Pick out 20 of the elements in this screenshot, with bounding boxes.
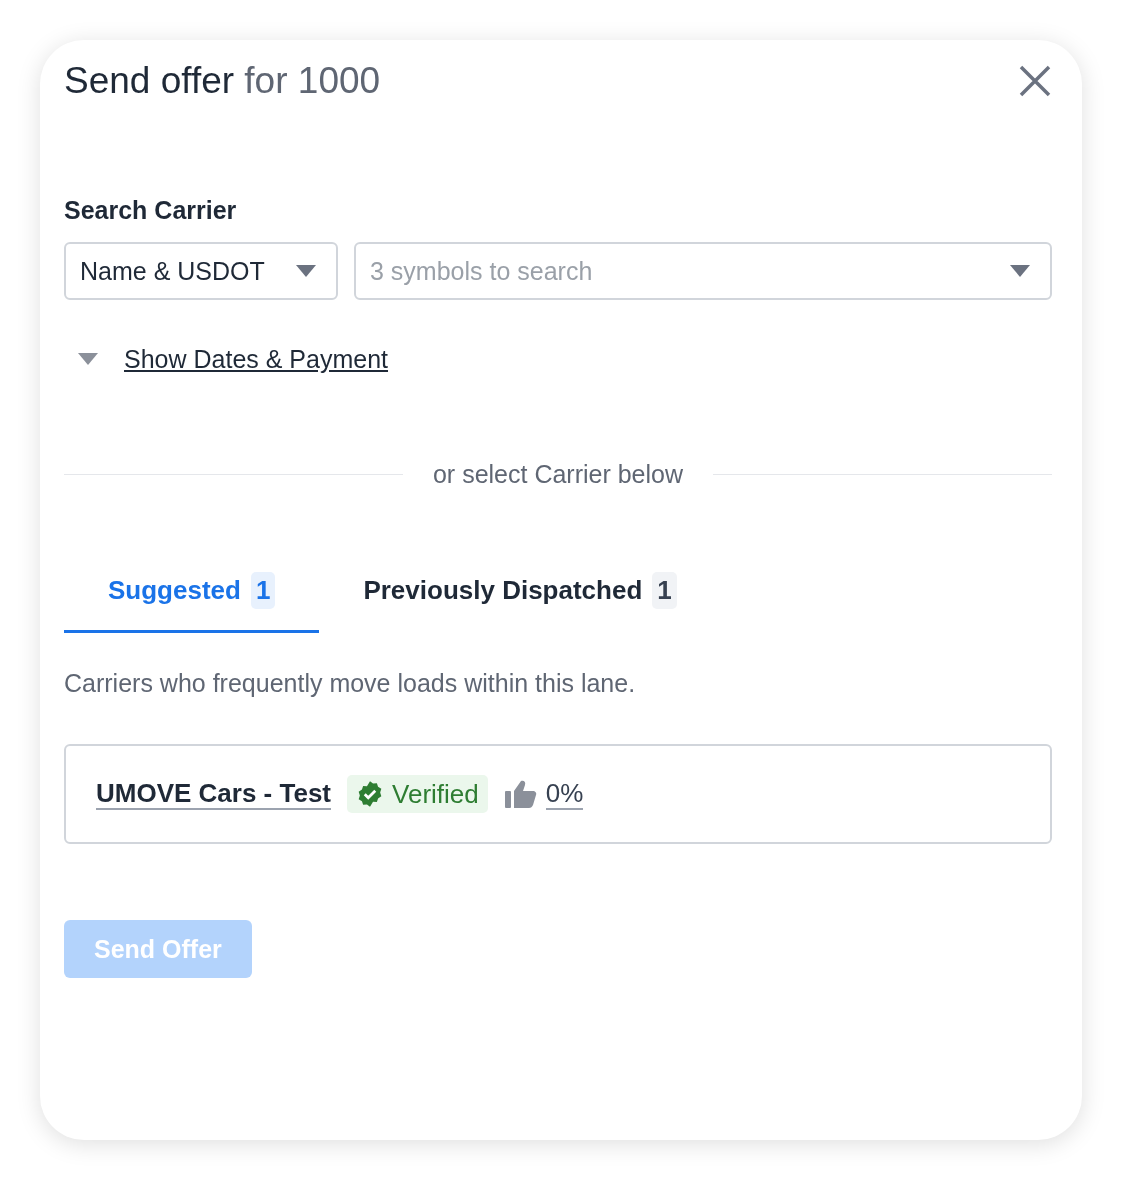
carrier-search-field[interactable]: 3 symbols to search [354,242,1052,300]
search-mode-dropdown[interactable]: Name & USDOT [64,242,338,300]
thumbs-up-icon [503,779,538,809]
tab-description: Carriers who frequently move loads within this lane. [64,669,637,698]
divider-text: or select Carrier below [432,460,684,489]
dialog-title: Send offer for 1000 [64,60,381,102]
count-badge: 1 [652,572,677,609]
caret-icon [1010,265,1030,277]
count-badge: 1 [250,572,276,609]
close-button[interactable] [1018,64,1052,98]
field-label: Search Carrier [64,196,238,226]
verified-badge: Verified [347,775,488,813]
carrier-name-link[interactable]: UMOVE Cars - Test [96,778,331,810]
caret-icon [296,265,316,277]
tab[interactable]: Suggested 1 [64,551,320,633]
close-icon [1018,64,1052,98]
check-seal-icon [356,780,384,808]
show-dates-link[interactable]: Show Dates & Payment [124,344,388,374]
tab[interactable]: Previously Dispatched 1 [319,551,721,633]
rating-link[interactable]: 0% [545,778,584,810]
